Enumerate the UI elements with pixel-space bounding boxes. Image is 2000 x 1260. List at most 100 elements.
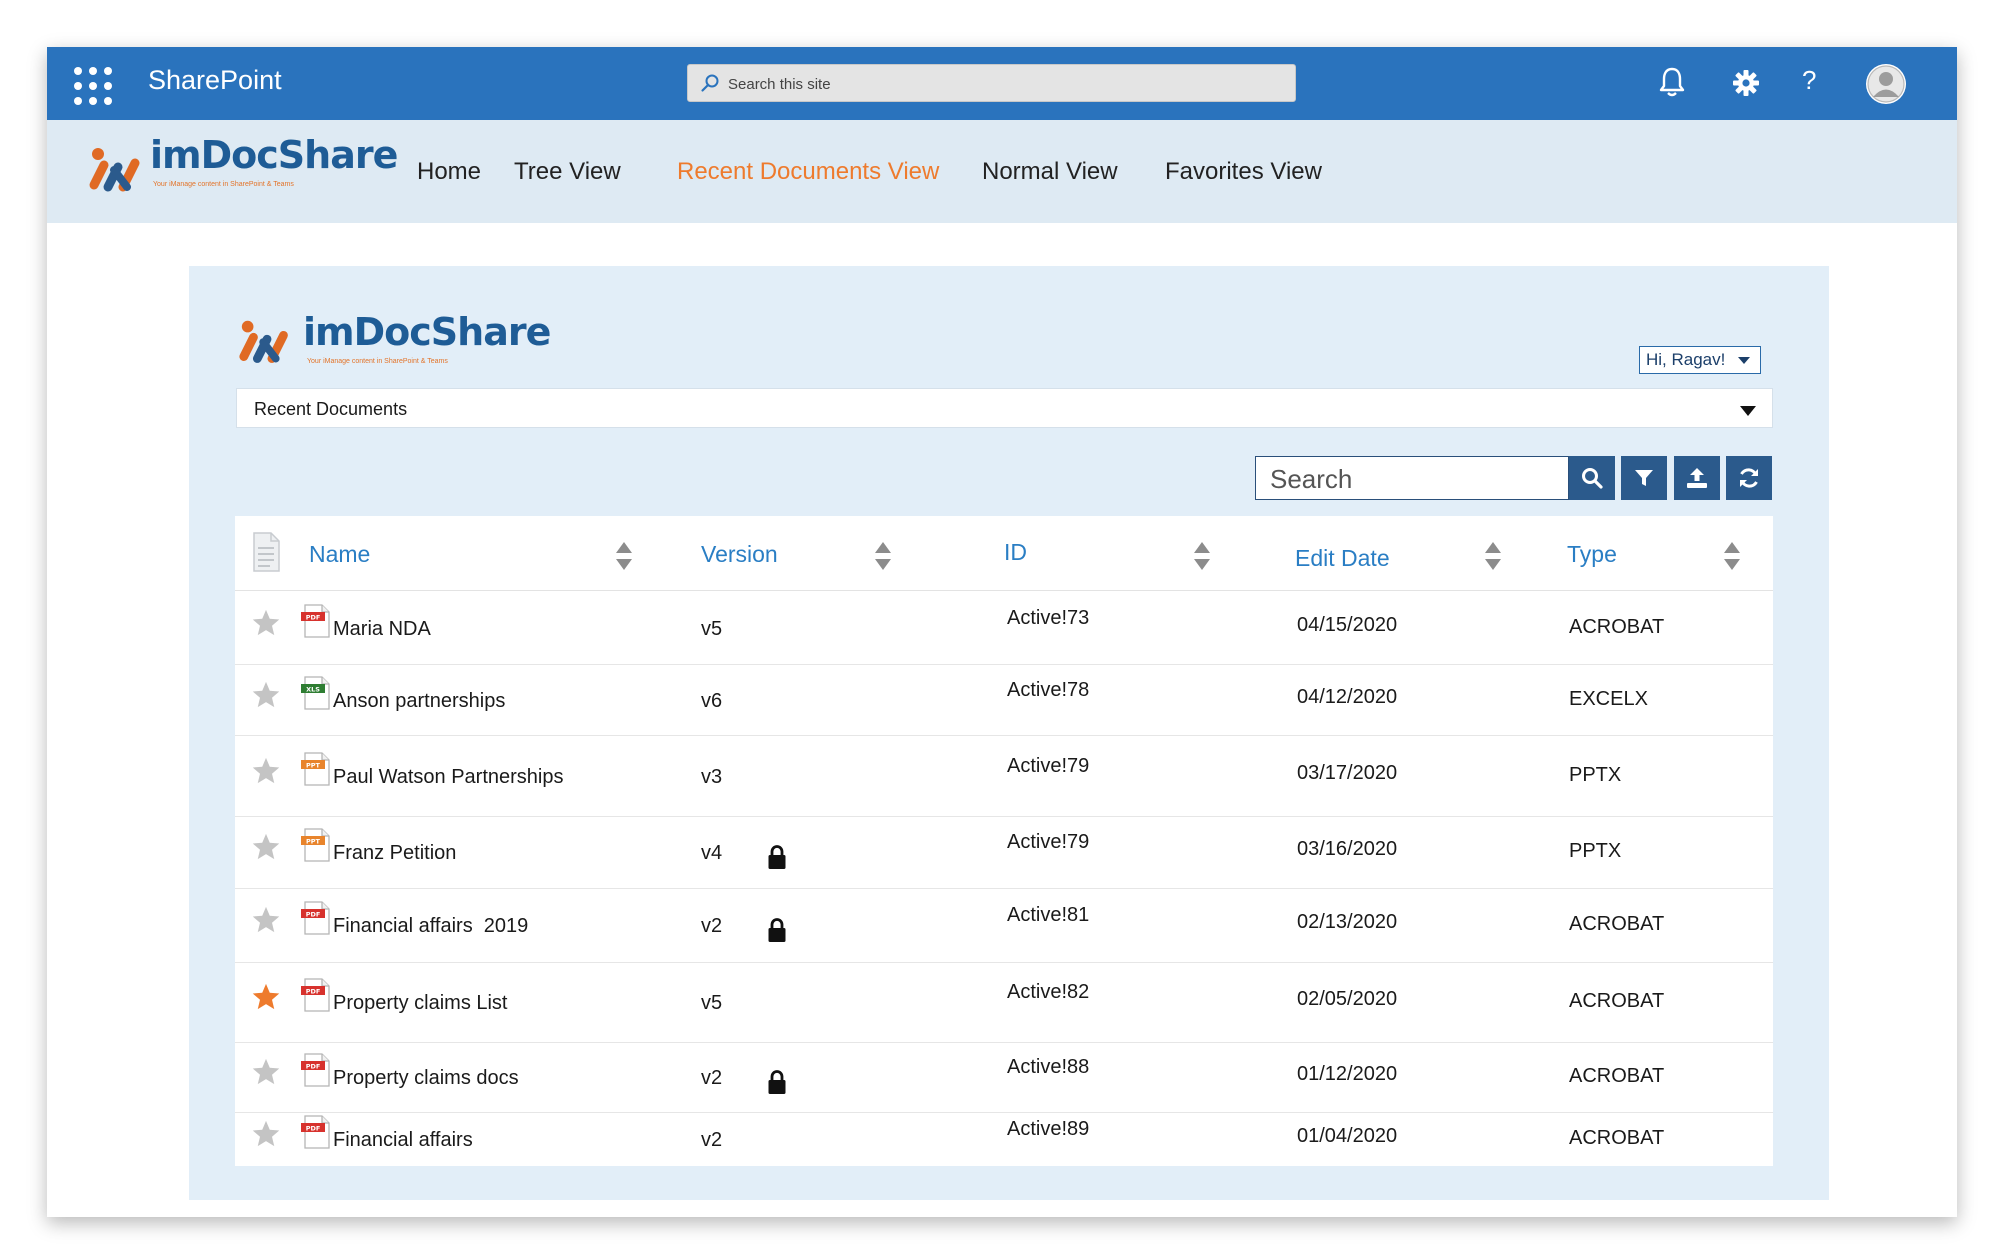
site-search-input[interactable] bbox=[726, 65, 1280, 103]
document-edit-date: 02/05/2020 bbox=[1297, 988, 1398, 1010]
document-type: PPTX bbox=[1569, 840, 1622, 862]
favorite-star-icon[interactable] bbox=[251, 905, 281, 935]
document-version: v2 bbox=[701, 915, 723, 937]
user-menu-dropdown[interactable]: Hi, Ragav! bbox=[1639, 346, 1761, 374]
favorite-star-icon[interactable] bbox=[251, 608, 281, 638]
document-type: ACROBAT bbox=[1569, 913, 1665, 935]
bell-icon[interactable] bbox=[1658, 66, 1686, 98]
chevron-down-icon bbox=[1738, 357, 1750, 364]
document-edit-date: 01/04/2020 bbox=[1297, 1125, 1398, 1147]
gear-icon[interactable] bbox=[1732, 69, 1760, 97]
document-table: Name Version ID Edit Date Type PDF Maria … bbox=[235, 516, 1773, 1166]
document-type: ACROBAT bbox=[1569, 990, 1665, 1012]
view-select-dropdown[interactable]: Recent Documents bbox=[236, 388, 1773, 428]
favorite-star-icon[interactable] bbox=[251, 756, 281, 786]
sort-version-icon[interactable] bbox=[875, 542, 891, 570]
document-name[interactable]: Franz Petition bbox=[333, 842, 456, 865]
imdocshare-logo[interactable]: imDocShare Your iManage content in Share… bbox=[87, 133, 398, 211]
document-id: Active!79 bbox=[1007, 831, 1090, 853]
table-row[interactable]: PDF Property claims List v5 Active!82 02/05/… bbox=[235, 962, 1773, 1043]
document-name[interactable]: Property claims docs bbox=[333, 1067, 519, 1090]
favorite-star-icon[interactable] bbox=[251, 832, 281, 862]
svg-text:PDF: PDF bbox=[306, 613, 321, 621]
document-version: v5 bbox=[701, 992, 723, 1014]
refresh-button[interactable] bbox=[1726, 456, 1772, 500]
column-header-id[interactable]: ID bbox=[1004, 514, 1027, 588]
document-name[interactable]: Paul Watson Partnerships bbox=[333, 766, 563, 789]
nav-normal-view[interactable]: Normal View bbox=[982, 120, 1118, 223]
logo-wordmark: imDocShare bbox=[303, 310, 551, 354]
user-greeting: Hi, Ragav! bbox=[1646, 350, 1726, 369]
document-search-input[interactable] bbox=[1268, 457, 1562, 501]
document-edit-date: 03/16/2020 bbox=[1297, 838, 1398, 860]
site-search-box[interactable] bbox=[687, 64, 1296, 103]
document-edit-date: 01/12/2020 bbox=[1297, 1063, 1398, 1085]
nav-favorites-view[interactable]: Favorites View bbox=[1165, 120, 1322, 223]
table-row[interactable]: XLS Anson partnerships v6 Active!78 04/12/20… bbox=[235, 664, 1773, 736]
document-version: v3 bbox=[701, 765, 723, 788]
filter-icon bbox=[1635, 470, 1653, 486]
favorite-star-icon[interactable] bbox=[251, 1119, 281, 1149]
document-name[interactable]: Property claims List bbox=[333, 992, 508, 1015]
refresh-icon bbox=[1740, 468, 1758, 488]
sharepoint-brand[interactable]: SharePoint bbox=[148, 65, 282, 96]
favorite-star-icon[interactable] bbox=[251, 982, 281, 1012]
logo-tagline: Your iManage content in SharePoint & Tea… bbox=[153, 181, 294, 188]
document-type: EXCELX bbox=[1569, 687, 1648, 710]
waffle-dot bbox=[89, 97, 97, 105]
document-id: Active!73 bbox=[1007, 606, 1090, 629]
favorite-star-icon[interactable] bbox=[251, 1057, 281, 1087]
table-row[interactable]: PDF Financial affairs 2019 v2 Active!81 02/1… bbox=[235, 888, 1773, 963]
column-header-version[interactable]: Version bbox=[701, 516, 778, 590]
document-id: Active!81 bbox=[1007, 904, 1090, 926]
document-edit-date: 04/12/2020 bbox=[1297, 685, 1398, 708]
user-avatar-icon[interactable] bbox=[1866, 64, 1906, 104]
column-header-name[interactable]: Name bbox=[309, 516, 370, 590]
filter-button[interactable] bbox=[1621, 456, 1667, 500]
document-name[interactable]: Financial affairs 2019 bbox=[333, 915, 528, 938]
svg-text:PPT: PPT bbox=[306, 761, 321, 769]
imdocshare-logo-mark bbox=[89, 148, 140, 192]
svg-text:PPT: PPT bbox=[306, 837, 321, 845]
waffle-icon[interactable] bbox=[71, 64, 112, 105]
favorite-star-icon[interactable] bbox=[251, 680, 281, 710]
document-type: ACROBAT bbox=[1569, 1127, 1665, 1149]
waffle-dot bbox=[74, 97, 82, 105]
waffle-dot bbox=[89, 82, 97, 90]
sort-name-icon[interactable] bbox=[616, 542, 632, 570]
search-button[interactable] bbox=[1569, 456, 1615, 500]
upload-button[interactable] bbox=[1674, 456, 1720, 500]
table-row[interactable]: PDF Maria NDA v5 Active!73 04/15/2020 ACROBAT bbox=[235, 591, 1773, 665]
sort-type-icon[interactable] bbox=[1724, 542, 1740, 570]
file-type-icon: PDF bbox=[301, 978, 330, 1012]
document-name[interactable]: Financial affairs bbox=[333, 1129, 473, 1152]
document-name[interactable]: Maria NDA bbox=[333, 618, 431, 641]
table-row[interactable]: PDF Financial affairs v2 Active!89 01/04/202… bbox=[235, 1112, 1773, 1166]
document-name[interactable]: Anson partnerships bbox=[333, 690, 505, 713]
sort-edit-date-icon[interactable] bbox=[1485, 542, 1501, 570]
search-icon bbox=[701, 74, 719, 92]
document-search-box[interactable] bbox=[1255, 456, 1569, 501]
document-column-icon bbox=[253, 532, 280, 572]
sort-id-icon[interactable] bbox=[1194, 542, 1210, 570]
svg-text:PDF: PDF bbox=[306, 1062, 321, 1070]
nav-recent-documents-view[interactable]: Recent Documents View bbox=[677, 120, 939, 223]
column-header-edit-date[interactable]: Edit Date bbox=[1295, 520, 1390, 594]
help-icon[interactable]: ? bbox=[1802, 65, 1816, 96]
nav-home[interactable]: Home bbox=[417, 120, 481, 223]
table-row[interactable]: PPT Paul Watson Partnerships v3 Active!79 03… bbox=[235, 735, 1773, 817]
nav-tree-view[interactable]: Tree View bbox=[514, 120, 621, 223]
file-type-icon: PDF bbox=[301, 1053, 330, 1087]
document-edit-date: 04/15/2020 bbox=[1297, 613, 1398, 636]
column-header-type[interactable]: Type bbox=[1567, 516, 1617, 590]
table-row[interactable]: PDF Property claims docs v2 Active!88 01/12/… bbox=[235, 1042, 1773, 1113]
file-type-icon: PDF bbox=[301, 901, 330, 935]
app-window: SharePoint ? bbox=[47, 47, 1957, 1217]
file-type-icon: PPT bbox=[301, 828, 330, 862]
table-row[interactable]: PPT Franz Petition v4 Active!79 03/16/2020 PP… bbox=[235, 816, 1773, 889]
waffle-dot bbox=[74, 67, 82, 75]
waffle-dot bbox=[104, 97, 112, 105]
document-version: v4 bbox=[701, 842, 723, 864]
document-version: v2 bbox=[701, 1067, 723, 1089]
imdocshare-webpart: imDocShare Your iManage content in Share… bbox=[189, 266, 1829, 1200]
